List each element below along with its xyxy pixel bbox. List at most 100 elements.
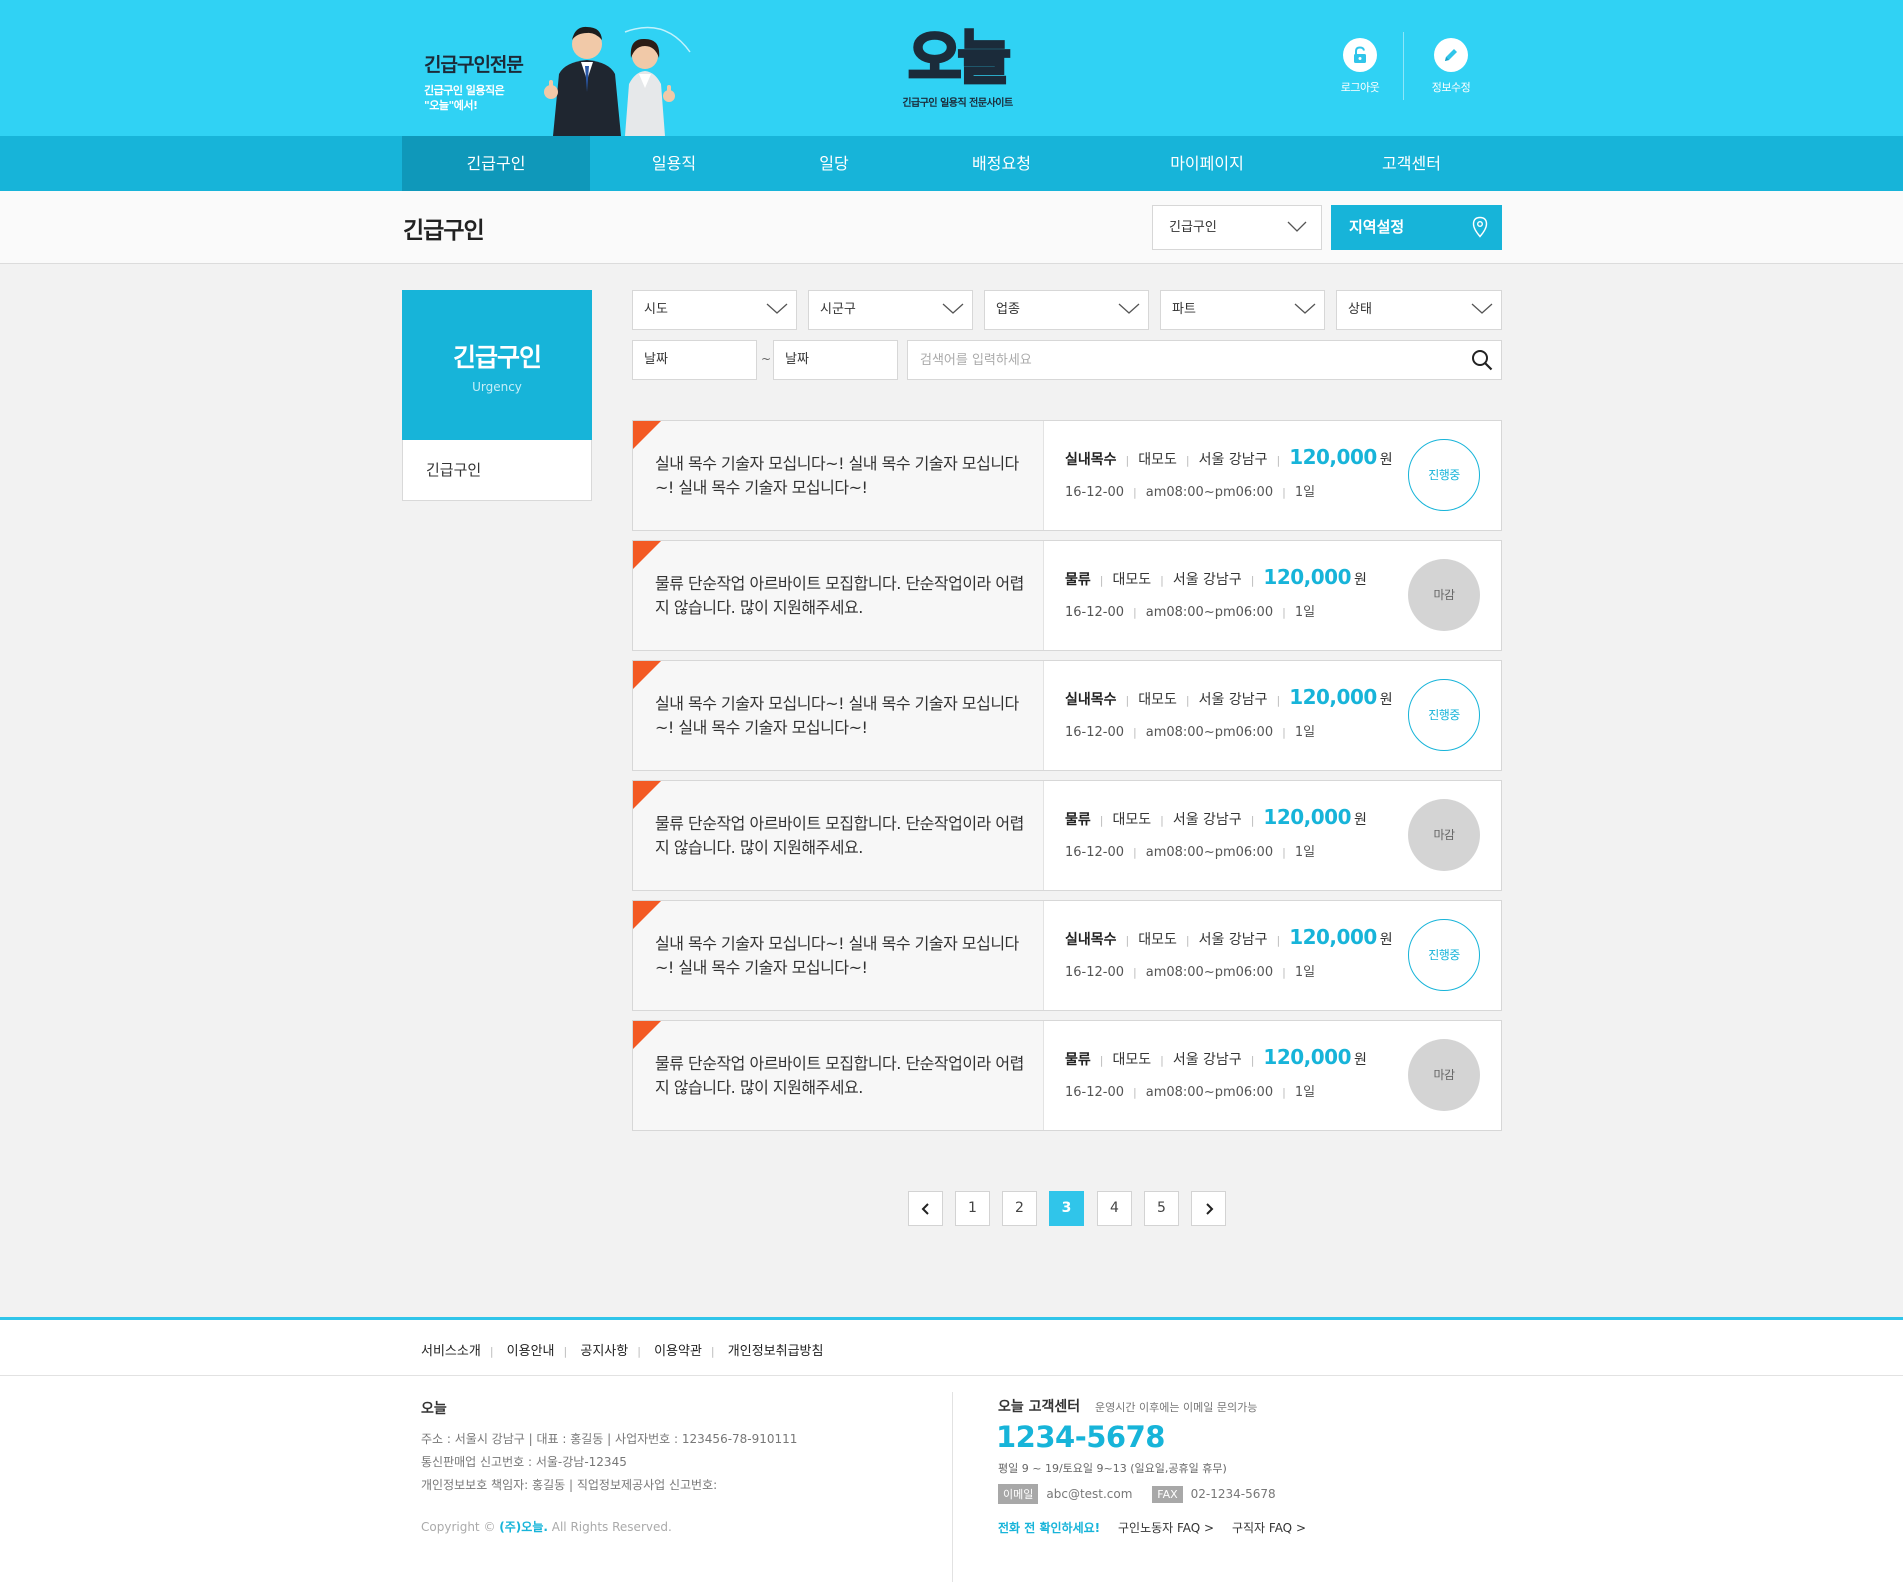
- listing-category: 물류: [1065, 812, 1091, 828]
- site-logo[interactable]: 오늘 긴급구인 일용직 전문사이트: [890, 25, 1025, 110]
- sidebar-header: 긴급구인 Urgency: [402, 290, 592, 440]
- listing-price: 120,000: [1289, 685, 1377, 709]
- region-settings-button[interactable]: 지역설정: [1331, 205, 1502, 250]
- footer-links: 서비스소개 | 이용안내 | 공지사항 | 이용약관 | 개인정보취급방침: [421, 1344, 824, 1359]
- listing-duration: 1일: [1294, 845, 1316, 860]
- promo-subtitle: 긴급구인 일용직은 "오늘"에서!: [424, 83, 523, 113]
- listing-title: 실내 목수 기술자 모십니다~! 실내 목수 기술자 모십니다~! 실내 목수 …: [655, 934, 1019, 977]
- listing-title-area: 물류 단순작업 아르바이트 모집합니다. 단순작업이라 어렵지 않습니다. 많이…: [633, 781, 1044, 890]
- listing-row[interactable]: 실내 목수 기술자 모십니다~! 실내 목수 기술자 모십니다~! 실내 목수 …: [632, 420, 1502, 531]
- status-select[interactable]: 상태: [1336, 290, 1502, 330]
- listing-schedule: 16-12-00 | am08:00~pm06:00 | 1일: [1065, 845, 1316, 860]
- listing-time: am08:00~pm06:00: [1145, 965, 1274, 980]
- logout-label: 로그아웃: [1340, 81, 1380, 94]
- listing-summary: 실내목수 | 대모도 | 서울 강남구 | 120,000 원: [1065, 685, 1393, 709]
- listing-duration: 1일: [1294, 965, 1316, 980]
- cs-email: abc@test.com: [1046, 1487, 1133, 1501]
- listing-date: 16-12-00: [1065, 725, 1125, 740]
- chevron-right-icon: [1205, 1203, 1213, 1215]
- listing-category: 물류: [1065, 572, 1091, 588]
- urgent-flag-icon: [633, 541, 661, 569]
- listing-row[interactable]: 실내 목수 기술자 모십니다~! 실내 목수 기술자 모십니다~! 실내 목수 …: [632, 900, 1502, 1011]
- listing-title-area: 물류 단순작업 아르바이트 모집합니다. 단순작업이라 어렵지 않습니다. 많이…: [633, 541, 1044, 650]
- faq-employer-link[interactable]: 구직자 FAQ >: [1232, 1521, 1306, 1535]
- listing-location: 서울 강남구: [1172, 1052, 1242, 1068]
- category-select[interactable]: 긴급구인: [1152, 205, 1322, 250]
- listing-title: 물류 단순작업 아르바이트 모집합니다. 단순작업이라 어렵지 않습니다. 많이…: [655, 814, 1024, 857]
- listing-type: 대모도: [1112, 812, 1152, 828]
- unlock-icon: [1343, 38, 1377, 72]
- footer-link-notice[interactable]: 공지사항: [580, 1344, 628, 1359]
- listing-title: 물류 단순작업 아르바이트 모집합니다. 단순작업이라 어렵지 않습니다. 많이…: [655, 1054, 1024, 1097]
- utility-divider: [1403, 32, 1404, 100]
- copyright-company: (주)오늘.: [499, 1520, 548, 1534]
- industry-select-value: 업종: [996, 302, 1020, 317]
- sidebar-item-urgent[interactable]: 긴급구인: [402, 440, 592, 501]
- industry-select[interactable]: 업종: [984, 290, 1149, 330]
- promo-line-1: 긴급구인 일용직은: [424, 84, 505, 97]
- listing-schedule: 16-12-00 | am08:00~pm06:00 | 1일: [1065, 965, 1316, 980]
- listing-schedule: 16-12-00 | am08:00~pm06:00 | 1일: [1065, 725, 1316, 740]
- cs-confirm-text: 전화 전 확인하세요!: [998, 1521, 1101, 1535]
- listing-location: 서울 강남구: [1172, 812, 1242, 828]
- listing-title: 실내 목수 기술자 모십니다~! 실내 목수 기술자 모십니다~! 실내 목수 …: [655, 694, 1019, 737]
- cs-fax: 02-1234-5678: [1190, 1487, 1276, 1501]
- faq-seeker-link[interactable]: 구인노동자 FAQ >: [1118, 1521, 1214, 1535]
- listing-row[interactable]: 물류 단순작업 아르바이트 모집합니다. 단순작업이라 어렵지 않습니다. 많이…: [632, 1020, 1502, 1131]
- page-button-5[interactable]: 5: [1144, 1191, 1179, 1226]
- email-tag: 이메일: [998, 1484, 1039, 1504]
- sigungu-select[interactable]: 시군구: [808, 290, 973, 330]
- next-page-button[interactable]: [1191, 1191, 1226, 1226]
- date-from-input[interactable]: 날짜: [632, 340, 757, 380]
- listing-price: 120,000: [1289, 445, 1377, 469]
- part-select[interactable]: 파트: [1160, 290, 1325, 330]
- logo-tagline: 긴급구인 일용직 전문사이트: [902, 98, 1013, 109]
- chevron-left-icon: [921, 1203, 929, 1215]
- footer-link-privacy[interactable]: 개인정보취급방침: [728, 1344, 824, 1359]
- chevron-down-icon: [1118, 303, 1140, 314]
- footer-mail-order: 통신판매업 신고번호 : 서울-강남-12345: [421, 1455, 627, 1469]
- chevron-down-icon: [1287, 221, 1307, 232]
- listing-row[interactable]: 물류 단순작업 아르바이트 모집합니다. 단순작업이라 어렵지 않습니다. 많이…: [632, 780, 1502, 891]
- nav-item-mypage[interactable]: 마이페이지: [1093, 136, 1321, 191]
- date-to-input[interactable]: 날짜: [773, 340, 898, 380]
- listing-duration: 1일: [1294, 605, 1316, 620]
- nav-item-daily-pay[interactable]: 일당: [758, 136, 910, 191]
- listing-type: 대모도: [1138, 692, 1177, 708]
- listing-date: 16-12-00: [1065, 845, 1125, 860]
- listing-summary: 물류 | 대모도 | 서울 강남구 | 120,000 원: [1065, 565, 1367, 589]
- listing-summary: 물류 | 대모도 | 서울 강남구 | 120,000 원: [1065, 805, 1367, 829]
- page-button-3-current[interactable]: 3: [1049, 1191, 1084, 1226]
- footer-link-service[interactable]: 서비스소개: [421, 1344, 481, 1359]
- page-button-1[interactable]: 1: [955, 1191, 990, 1226]
- fax-tag: FAX: [1152, 1486, 1183, 1503]
- sido-select[interactable]: 시도: [632, 290, 797, 330]
- nav-item-daily-work[interactable]: 일용직: [590, 136, 758, 191]
- sido-select-value: 시도: [644, 302, 668, 317]
- footer-link-guide[interactable]: 이용안내: [507, 1344, 555, 1359]
- page-button-2[interactable]: 2: [1002, 1191, 1037, 1226]
- title-bar: 긴급구인 긴급구인 지역설정: [0, 191, 1903, 264]
- listing-type: 대모도: [1138, 452, 1177, 468]
- listing-price-unit: 원: [1379, 692, 1393, 708]
- listing-price-unit: 원: [1354, 572, 1367, 588]
- search-icon[interactable]: [1471, 349, 1493, 371]
- cs-hours: 평일 9 ~ 19/토요일 9~13 (일요일,공휴일 휴무): [998, 1462, 1227, 1475]
- listing-date: 16-12-00: [1065, 1085, 1125, 1100]
- listing-row[interactable]: 물류 단순작업 아르바이트 모집합니다. 단순작업이라 어렵지 않습니다. 많이…: [632, 540, 1502, 651]
- nav-item-customer-center[interactable]: 고객센터: [1321, 136, 1502, 191]
- page-button-4[interactable]: 4: [1097, 1191, 1132, 1226]
- listing-row[interactable]: 실내 목수 기술자 모십니다~! 실내 목수 기술자 모십니다~! 실내 목수 …: [632, 660, 1502, 771]
- cs-title-text: 오늘 고객센터: [998, 1399, 1081, 1415]
- logout-button[interactable]: 로그아웃: [1325, 38, 1395, 95]
- urgent-flag-icon: [633, 421, 661, 449]
- listing-location: 서울 강남구: [1198, 692, 1268, 708]
- region-settings-label: 지역설정: [1349, 218, 1405, 236]
- nav-item-assignment-request[interactable]: 배정요청: [910, 136, 1093, 191]
- edit-info-button[interactable]: 정보수정: [1416, 38, 1486, 95]
- prev-page-button[interactable]: [908, 1191, 943, 1226]
- footer-address: 주소 : 서울시 강남구 | 대표 : 홍길동 | 사업자번호 : 123456…: [421, 1432, 798, 1446]
- footer-link-terms[interactable]: 이용약관: [654, 1344, 702, 1359]
- nav-item-urgent[interactable]: 긴급구인: [402, 136, 590, 191]
- search-input[interactable]: [908, 341, 1438, 379]
